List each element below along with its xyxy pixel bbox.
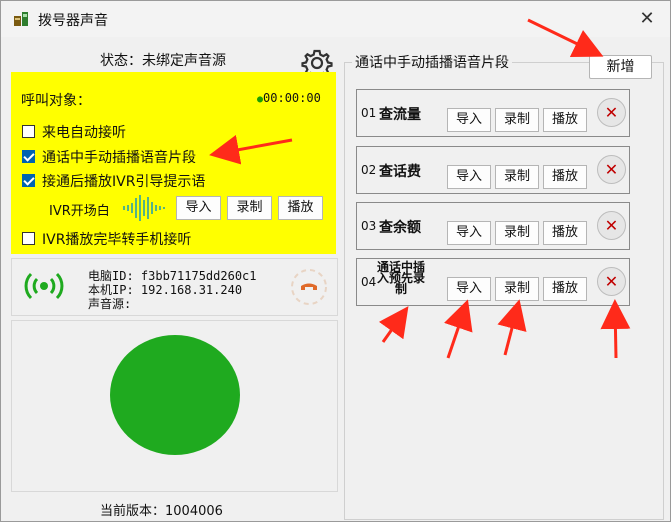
annotation-arrows <box>209 18 631 359</box>
arrow-to-import <box>444 299 473 359</box>
arrow-to-add-button <box>527 18 604 58</box>
arrow-to-record <box>497 299 527 356</box>
arrow-to-manual-insert <box>209 134 293 165</box>
arrow-to-segment-name <box>378 306 409 343</box>
arrow-to-delete <box>600 299 631 359</box>
